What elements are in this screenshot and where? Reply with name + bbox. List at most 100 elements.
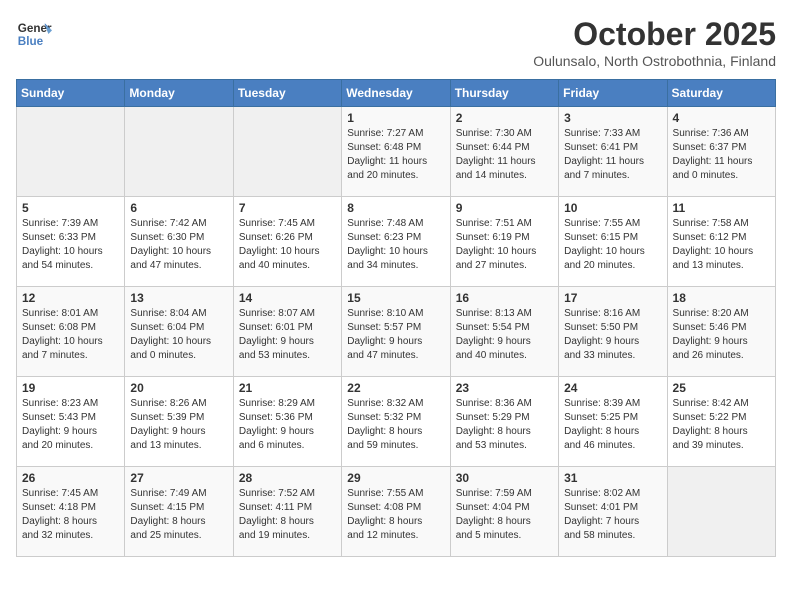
- day-info: Sunrise: 8:01 AM Sunset: 6:08 PM Dayligh…: [22, 307, 119, 363]
- day-info: Sunrise: 8:36 AM Sunset: 5:29 PM Dayligh…: [456, 397, 553, 453]
- day-number: 15: [347, 291, 444, 305]
- day-info: Sunrise: 8:04 AM Sunset: 6:04 PM Dayligh…: [130, 307, 227, 363]
- day-number: 2: [456, 111, 553, 125]
- day-info: Sunrise: 7:58 AM Sunset: 6:12 PM Dayligh…: [673, 217, 770, 273]
- day-number: 29: [347, 471, 444, 485]
- calendar-week-row: 12Sunrise: 8:01 AM Sunset: 6:08 PM Dayli…: [17, 287, 776, 377]
- day-number: 7: [239, 201, 336, 215]
- calendar-cell: 13 Sunrise: 8:04 AM Sunset: 6:04 PM Dayli…: [125, 287, 233, 377]
- day-number: 17: [564, 291, 661, 305]
- day-info: Sunrise: 7:36 AM Sunset: 6:37 PM Dayligh…: [673, 127, 770, 183]
- page-header: General Blue October 2025 Oulunsalo, Nor…: [16, 16, 776, 69]
- calendar-cell: 22Sunrise: 8:32 AM Sunset: 5:32 PM Dayli…: [342, 377, 450, 467]
- header-sunday: Sunday: [17, 80, 125, 107]
- calendar-cell: 5 Sunrise: 7:39 AM Sunset: 6:33 PM Daylig…: [17, 197, 125, 287]
- calendar-cell: 12Sunrise: 8:01 AM Sunset: 6:08 PM Dayli…: [17, 287, 125, 377]
- calendar-cell: 4 Sunrise: 7:36 AM Sunset: 6:37 PM Daylig…: [667, 107, 775, 197]
- calendar-cell: 16 Sunrise: 8:13 AM Sunset: 5:54 PM Dayli…: [450, 287, 558, 377]
- calendar-cell: 15 Sunrise: 8:10 AM Sunset: 5:57 PM Dayli…: [342, 287, 450, 377]
- calendar-cell: 9 Sunrise: 7:51 AM Sunset: 6:19 PM Daylig…: [450, 197, 558, 287]
- calendar-cell: 25 Sunrise: 8:42 AM Sunset: 5:22 PM Dayli…: [667, 377, 775, 467]
- calendar-cell: 21Sunrise: 8:29 AM Sunset: 5:36 PM Dayli…: [233, 377, 341, 467]
- day-number: 25: [673, 381, 770, 395]
- calendar-cell: 14 Sunrise: 8:07 AM Sunset: 6:01 PM Dayli…: [233, 287, 341, 377]
- day-number: 24: [564, 381, 661, 395]
- calendar-cell: 27 Sunrise: 7:49 AM Sunset: 4:15 PM Dayli…: [125, 467, 233, 557]
- day-info: Sunrise: 7:45 AM Sunset: 6:26 PM Dayligh…: [239, 217, 336, 273]
- calendar-title: October 2025: [533, 16, 776, 53]
- logo: General Blue: [16, 16, 52, 52]
- day-info: Sunrise: 7:59 AM Sunset: 4:04 PM Dayligh…: [456, 487, 553, 543]
- day-info: Sunrise: 8:16 AM Sunset: 5:50 PM Dayligh…: [564, 307, 661, 363]
- day-info: Sunrise: 7:49 AM Sunset: 4:15 PM Dayligh…: [130, 487, 227, 543]
- calendar-header-row: SundayMondayTuesdayWednesdayThursdayFrid…: [17, 80, 776, 107]
- day-number: 5: [22, 201, 119, 215]
- calendar-cell: [233, 107, 341, 197]
- calendar-cell: 20 Sunrise: 8:26 AM Sunset: 5:39 PM Dayli…: [125, 377, 233, 467]
- calendar-cell: 31 Sunrise: 8:02 AM Sunset: 4:01 PM Dayli…: [559, 467, 667, 557]
- logo-icon: General Blue: [16, 16, 52, 52]
- day-number: 3: [564, 111, 661, 125]
- header-wednesday: Wednesday: [342, 80, 450, 107]
- day-number: 30: [456, 471, 553, 485]
- day-number: 4: [673, 111, 770, 125]
- day-info: Sunrise: 8:42 AM Sunset: 5:22 PM Dayligh…: [673, 397, 770, 453]
- day-info: Sunrise: 7:39 AM Sunset: 6:33 PM Dayligh…: [22, 217, 119, 273]
- day-number: 28: [239, 471, 336, 485]
- calendar-cell: 6 Sunrise: 7:42 AM Sunset: 6:30 PM Daylig…: [125, 197, 233, 287]
- day-info: Sunrise: 8:07 AM Sunset: 6:01 PM Dayligh…: [239, 307, 336, 363]
- day-info: Sunrise: 8:39 AM Sunset: 5:25 PM Dayligh…: [564, 397, 661, 453]
- calendar-cell: 30 Sunrise: 7:59 AM Sunset: 4:04 PM Dayli…: [450, 467, 558, 557]
- day-number: 23: [456, 381, 553, 395]
- calendar-cell: [17, 107, 125, 197]
- calendar-table: SundayMondayTuesdayWednesdayThursdayFrid…: [16, 79, 776, 557]
- day-info: Sunrise: 8:20 AM Sunset: 5:46 PM Dayligh…: [673, 307, 770, 363]
- calendar-cell: 1Sunrise: 7:27 AM Sunset: 6:48 PM Daylig…: [342, 107, 450, 197]
- day-number: 11: [673, 201, 770, 215]
- day-number: 18: [673, 291, 770, 305]
- calendar-week-row: 26Sunrise: 7:45 AM Sunset: 4:18 PM Dayli…: [17, 467, 776, 557]
- day-info: Sunrise: 7:27 AM Sunset: 6:48 PM Dayligh…: [347, 127, 444, 183]
- day-number: 20: [130, 381, 227, 395]
- day-number: 9: [456, 201, 553, 215]
- header-friday: Friday: [559, 80, 667, 107]
- day-info: Sunrise: 7:52 AM Sunset: 4:11 PM Dayligh…: [239, 487, 336, 543]
- day-info: Sunrise: 8:10 AM Sunset: 5:57 PM Dayligh…: [347, 307, 444, 363]
- day-number: 10: [564, 201, 661, 215]
- calendar-subtitle: Oulunsalo, North Ostrobothnia, Finland: [533, 53, 776, 69]
- day-info: Sunrise: 7:51 AM Sunset: 6:19 PM Dayligh…: [456, 217, 553, 273]
- day-number: 19: [22, 381, 119, 395]
- calendar-cell: 23 Sunrise: 8:36 AM Sunset: 5:29 PM Dayli…: [450, 377, 558, 467]
- day-info: Sunrise: 7:33 AM Sunset: 6:41 PM Dayligh…: [564, 127, 661, 183]
- calendar-week-row: 1Sunrise: 7:27 AM Sunset: 6:48 PM Daylig…: [17, 107, 776, 197]
- day-info: Sunrise: 8:26 AM Sunset: 5:39 PM Dayligh…: [130, 397, 227, 453]
- calendar-cell: 10 Sunrise: 7:55 AM Sunset: 6:15 PM Dayli…: [559, 197, 667, 287]
- day-info: Sunrise: 8:29 AM Sunset: 5:36 PM Dayligh…: [239, 397, 336, 453]
- day-info: Sunrise: 8:13 AM Sunset: 5:54 PM Dayligh…: [456, 307, 553, 363]
- day-info: Sunrise: 7:48 AM Sunset: 6:23 PM Dayligh…: [347, 217, 444, 273]
- day-info: Sunrise: 7:30 AM Sunset: 6:44 PM Dayligh…: [456, 127, 553, 183]
- day-number: 13: [130, 291, 227, 305]
- day-info: Sunrise: 7:42 AM Sunset: 6:30 PM Dayligh…: [130, 217, 227, 273]
- calendar-cell: 29Sunrise: 7:55 AM Sunset: 4:08 PM Dayli…: [342, 467, 450, 557]
- calendar-cell: [667, 467, 775, 557]
- calendar-cell: 28 Sunrise: 7:52 AM Sunset: 4:11 PM Dayli…: [233, 467, 341, 557]
- day-number: 22: [347, 381, 444, 395]
- header-tuesday: Tuesday: [233, 80, 341, 107]
- day-info: Sunrise: 7:55 AM Sunset: 6:15 PM Dayligh…: [564, 217, 661, 273]
- day-info: Sunrise: 7:45 AM Sunset: 4:18 PM Dayligh…: [22, 487, 119, 543]
- calendar-cell: 7 Sunrise: 7:45 AM Sunset: 6:26 PM Daylig…: [233, 197, 341, 287]
- calendar-cell: 26Sunrise: 7:45 AM Sunset: 4:18 PM Dayli…: [17, 467, 125, 557]
- day-info: Sunrise: 8:02 AM Sunset: 4:01 PM Dayligh…: [564, 487, 661, 543]
- calendar-cell: 24 Sunrise: 8:39 AM Sunset: 5:25 PM Dayli…: [559, 377, 667, 467]
- day-number: 16: [456, 291, 553, 305]
- day-number: 14: [239, 291, 336, 305]
- day-number: 6: [130, 201, 227, 215]
- header-monday: Monday: [125, 80, 233, 107]
- day-number: 27: [130, 471, 227, 485]
- calendar-cell: 17 Sunrise: 8:16 AM Sunset: 5:50 PM Dayli…: [559, 287, 667, 377]
- title-section: October 2025 Oulunsalo, North Ostrobothn…: [533, 16, 776, 69]
- header-thursday: Thursday: [450, 80, 558, 107]
- calendar-cell: 19Sunrise: 8:23 AM Sunset: 5:43 PM Dayli…: [17, 377, 125, 467]
- day-number: 31: [564, 471, 661, 485]
